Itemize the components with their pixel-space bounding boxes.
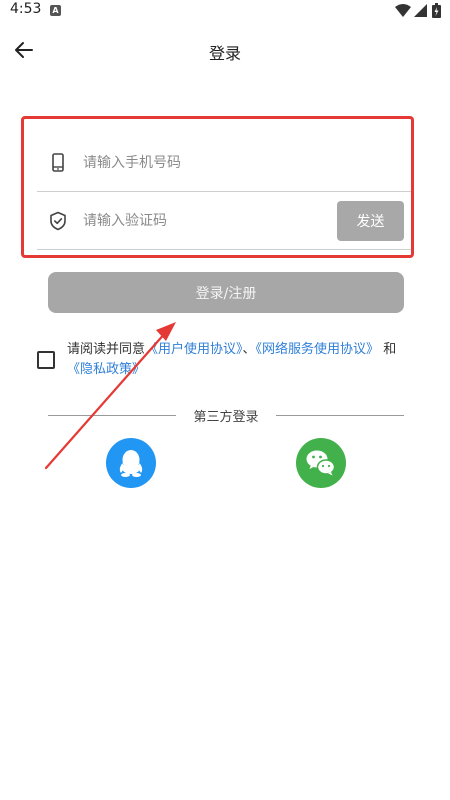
battery-icon — [432, 3, 441, 18]
status-time: 4:53 — [10, 1, 42, 17]
agreement-checkbox[interactable] — [37, 351, 55, 369]
qq-icon — [119, 450, 143, 477]
network-service-agreement-link[interactable]: 《网络服务使用协议》 — [256, 342, 380, 357]
verification-code-row: 发送 — [37, 193, 411, 250]
divider-line-right — [276, 415, 404, 416]
page-title: 登录 — [208, 44, 241, 63]
privacy-policy-link[interactable]: 《隐私政策》 — [67, 362, 145, 377]
send-code-button[interactable]: 发送 — [337, 201, 404, 241]
verification-code-input[interactable] — [83, 207, 323, 235]
wechat-icon — [306, 450, 336, 476]
app-header: 登录 — [0, 28, 450, 72]
notification-icon: A — [50, 5, 61, 16]
agreement-separator: 、 — [242, 342, 256, 357]
wifi-icon — [395, 4, 411, 17]
signal-icon — [414, 4, 427, 17]
phone-row — [37, 135, 411, 192]
third-party-divider: 第三方登录 — [48, 406, 404, 426]
status-bar: 4:53 A — [0, 0, 450, 22]
agreement-text: 请阅读并同意《用户使用协议》、《网络服务使用协议》 和 《隐私政策》 — [67, 340, 412, 380]
agreement-conjunction: 和 — [379, 342, 397, 357]
user-agreement-link[interactable]: 《用户使用协议》 — [145, 342, 243, 357]
qq-login-button[interactable] — [106, 438, 156, 488]
phone-input[interactable] — [83, 149, 323, 177]
shield-check-icon — [50, 211, 66, 231]
agreement-prefix: 请阅读并同意 — [67, 342, 146, 357]
login-register-button[interactable]: 登录/注册 — [48, 272, 404, 313]
wechat-login-button[interactable] — [296, 438, 346, 488]
phone-icon — [52, 153, 64, 172]
